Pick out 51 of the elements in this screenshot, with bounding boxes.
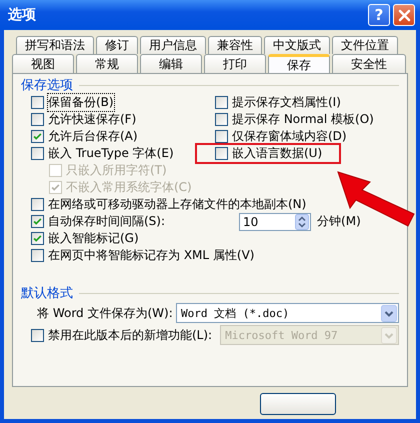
checkbox-label: 提示保存 Normal 模板(O)	[232, 111, 374, 128]
spin-field[interactable]: 10	[239, 212, 312, 230]
checkbox[interactable]	[31, 198, 44, 211]
checkbox[interactable]	[31, 232, 44, 245]
tab[interactable]: 用户信息	[140, 36, 206, 54]
tab[interactable]: 中文版式	[264, 36, 330, 54]
checkbox-label: 嵌入智能标记(G)	[48, 230, 139, 247]
spin-arrows-icon[interactable]	[295, 214, 310, 230]
checkbox-label: 嵌入 TrueType 字体(E)	[48, 145, 174, 162]
tab[interactable]: 拼写和语法	[16, 36, 94, 54]
group-title: 默认格式	[21, 285, 73, 302]
checkbox-label: 不嵌入常用系统字体(C)	[66, 179, 192, 196]
checkbox[interactable]	[215, 96, 228, 109]
checkbox-label: 保留备份(B)	[48, 94, 114, 111]
checkbox[interactable]	[215, 113, 228, 126]
checkbox[interactable]	[31, 113, 44, 126]
format-dropdown[interactable]: Word 文档 (*.doc)	[176, 303, 399, 323]
close-button[interactable]	[393, 4, 415, 26]
window-title: 选项	[8, 6, 37, 24]
checkbox[interactable]	[31, 147, 44, 160]
checkbox-label: 嵌入语言数据(U)	[232, 145, 322, 162]
checkbox-label: 允许快速保存(F)	[48, 111, 136, 128]
checkbox-label: 允许后台保存(A)	[48, 128, 138, 145]
dialog-button[interactable]	[260, 393, 336, 415]
checkbox[interactable]	[31, 215, 44, 228]
checkbox[interactable]	[215, 147, 228, 160]
checkbox-label: 提示保存文档属性(I)	[232, 94, 341, 111]
tab[interactable]: 视图	[12, 54, 74, 73]
checkbox[interactable]	[31, 249, 44, 262]
checkbox-label: 只嵌入所用字符(T)	[66, 162, 167, 179]
tab[interactable]: 保存	[268, 54, 330, 73]
field-label: 将 Word 文件保存为(W):	[36, 304, 172, 322]
help-button[interactable]: ?	[368, 4, 390, 26]
checkbox-label: 在网络或可移动驱动器上存储文件的本地副本(N)	[48, 196, 306, 213]
tab[interactable]: 兼容性	[208, 36, 262, 54]
tab[interactable]: 编辑	[140, 54, 202, 73]
checkbox[interactable]	[31, 96, 44, 109]
tab[interactable]: 打印	[204, 54, 266, 73]
group-title: 保存选项	[21, 77, 73, 94]
tab[interactable]: 文件位置	[332, 36, 398, 54]
checkbox-label: 仅保存窗体域内容(D)	[232, 128, 347, 145]
unit-label: 分钟(M)	[317, 213, 361, 230]
tab[interactable]: 常规	[76, 54, 138, 73]
checkbox[interactable]	[215, 130, 228, 143]
checkbox-label: 自动保存时间间隔(S):	[48, 213, 166, 230]
close-icon	[398, 8, 410, 22]
checkbox-label: 在网页中将智能标记存为 XML 属性(V)	[48, 247, 254, 264]
tab[interactable]: 安全性	[332, 54, 406, 73]
checkbox[interactable]	[31, 130, 44, 143]
tab[interactable]: 修订	[96, 36, 138, 54]
checkbox-label: 禁用在此版本后的新增功能(L):	[48, 326, 212, 344]
